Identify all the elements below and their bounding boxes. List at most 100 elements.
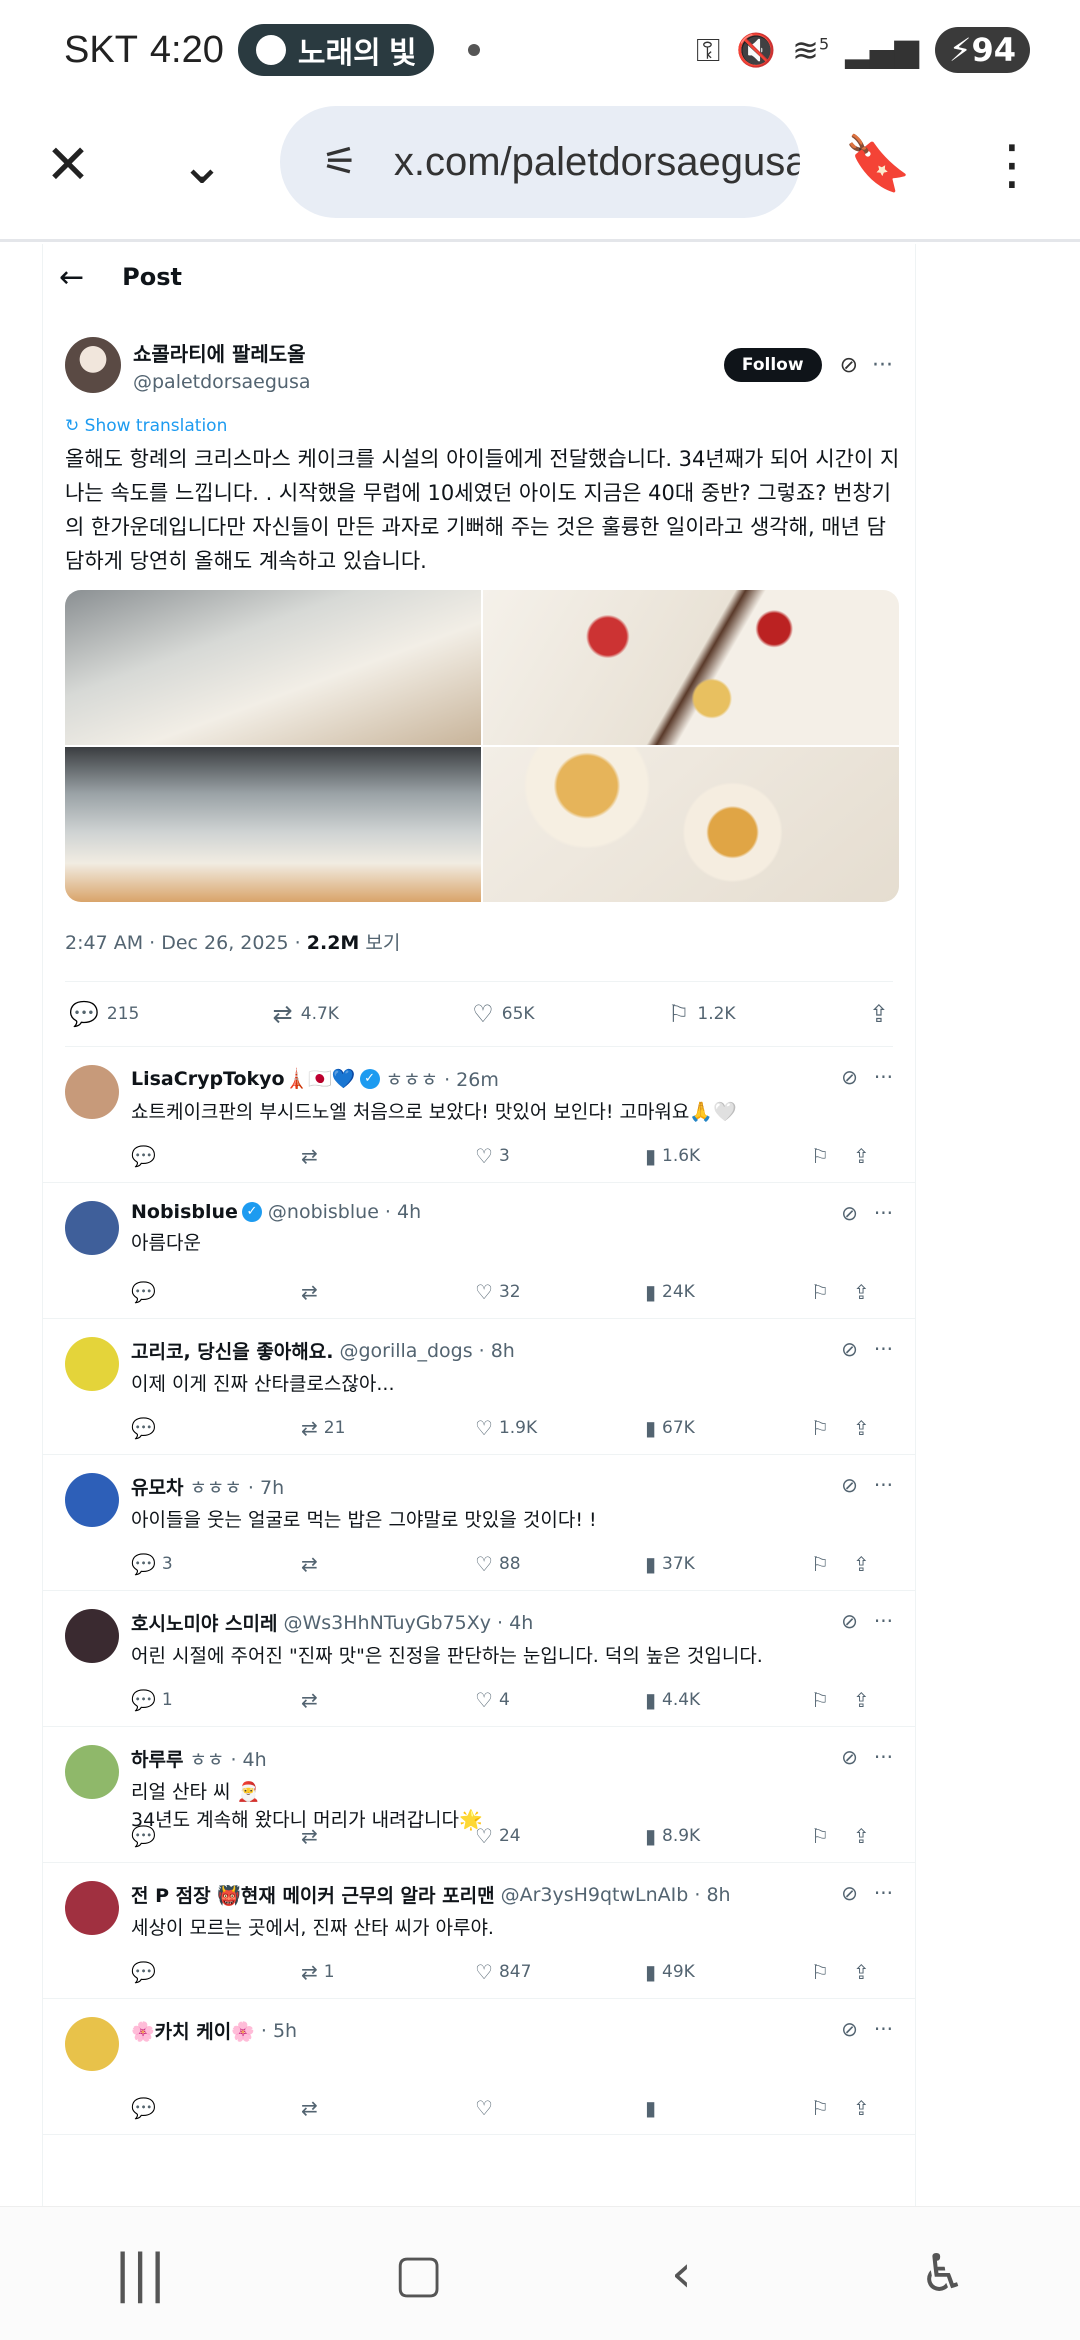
author-name[interactable]: 쇼콜라티에 팔레도올: [133, 338, 311, 367]
reply-item[interactable]: 호시노미야 스미레 @Ws3HhNTuyGb75Xy · 4h 어린 시절에 주…: [43, 1591, 915, 1727]
site-settings-icon[interactable]: ⚟: [322, 139, 358, 185]
like-button[interactable]: ♡ 65K: [472, 1000, 534, 1028]
bookmark-button[interactable]: ⚐: [811, 1280, 853, 1304]
bookmark-button[interactable]: ⚐: [811, 1552, 853, 1576]
reply-handle[interactable]: ㅎㅎㅎ · 26m: [386, 1065, 499, 1092]
share-button[interactable]: ⇪: [853, 1144, 870, 1168]
repost-button[interactable]: ⇄ 4.7K: [273, 1000, 339, 1028]
accessibility-icon[interactable]: ♿: [920, 2244, 967, 2304]
like-button[interactable]: ♡ 847: [475, 1960, 645, 1984]
repost-button[interactable]: ⇄ 21: [301, 1416, 475, 1440]
grok-icon[interactable]: ⊘: [841, 1065, 858, 1089]
reply-button[interactable]: 💬: [131, 1416, 301, 1440]
reply-item[interactable]: 하루루 ㅎㅎ · 4h 리얼 산타 씨 🎅 34년도 계속해 왔다니 머리가 내…: [43, 1727, 915, 1863]
share-button[interactable]: ⇪: [853, 1280, 870, 1304]
close-tab-button[interactable]: ✕: [18, 114, 118, 214]
reply-button[interactable]: 💬: [131, 2096, 301, 2120]
recents-icon[interactable]: |||: [114, 2244, 167, 2304]
more-icon[interactable]: ···: [872, 353, 893, 378]
reply-button[interactable]: 💬 3: [131, 1552, 301, 1576]
photo-2[interactable]: [483, 590, 899, 745]
avatar[interactable]: [65, 1337, 119, 1391]
back-icon[interactable]: ‹: [671, 2244, 692, 2304]
bookmark-button[interactable]: ⚐: [811, 1144, 853, 1168]
share-button[interactable]: ⇪: [853, 1552, 870, 1576]
more-icon[interactable]: ···: [874, 1337, 893, 1361]
author-handle[interactable]: @paletdorsaegusa: [133, 371, 311, 393]
repost-button[interactable]: ⇄: [301, 1280, 475, 1304]
url-bar[interactable]: ⚟ x.com/paletdorsaegusa: [280, 106, 800, 218]
avatar[interactable]: [65, 1881, 119, 1935]
like-button[interactable]: ♡ 1.9K: [475, 1416, 645, 1440]
grok-icon[interactable]: ⊘: [841, 1473, 858, 1497]
views-button[interactable]: ▮ 24K: [645, 1280, 811, 1304]
reply-handle[interactable]: · 5h: [261, 2020, 297, 2042]
bookmark-button[interactable]: ⚐: [811, 1416, 853, 1440]
reply-button[interactable]: 💬 215: [69, 1000, 139, 1028]
bookmark-button[interactable]: ⚐: [811, 1688, 853, 1712]
reply-handle[interactable]: @Ws3HhNTuyGb75Xy · 4h: [283, 1612, 533, 1634]
views-button[interactable]: ▮: [645, 2096, 811, 2120]
avatar[interactable]: [65, 337, 121, 393]
reply-button[interactable]: 💬 1: [131, 1688, 301, 1712]
repost-button[interactable]: ⇄: [301, 2096, 475, 2120]
repost-button[interactable]: ⇄: [301, 1552, 475, 1576]
menu-button[interactable]: ⋮: [962, 114, 1062, 214]
share-button[interactable]: ⇪: [853, 1688, 870, 1712]
more-icon[interactable]: ···: [874, 1473, 893, 1497]
grok-icon[interactable]: ⊘: [840, 353, 858, 378]
more-icon[interactable]: ···: [874, 1065, 893, 1089]
repost-button[interactable]: ⇄: [301, 1144, 475, 1168]
reply-item[interactable]: 전 P 점장 👹현재 메이커 근무의 알라 포리맨 @Ar3ysH9qtwLnA…: [43, 1863, 915, 1999]
bookmark-button[interactable]: 🔖: [828, 114, 928, 214]
views-button[interactable]: ▮ 49K: [645, 1960, 811, 1984]
grok-icon[interactable]: ⊘: [841, 1337, 858, 1361]
views-button[interactable]: ▮ 4.4K: [645, 1688, 811, 1712]
views-button[interactable]: ▮ 37K: [645, 1552, 811, 1576]
like-button[interactable]: ♡ 3: [475, 1144, 645, 1168]
views-button[interactable]: ▮ 67K: [645, 1416, 811, 1440]
more-icon[interactable]: ···: [874, 1881, 893, 1905]
like-button[interactable]: ♡: [475, 2096, 645, 2120]
back-arrow-icon[interactable]: ←: [59, 260, 84, 295]
reply-author-name[interactable]: 유모차: [131, 1473, 183, 1500]
more-icon[interactable]: ···: [874, 2017, 893, 2041]
photo-3[interactable]: [65, 747, 481, 902]
share-button[interactable]: ⇪: [853, 1416, 870, 1440]
avatar[interactable]: [65, 1065, 119, 1119]
avatar[interactable]: [65, 1473, 119, 1527]
reply-handle[interactable]: ㅎㅎ · 4h: [189, 1745, 266, 1772]
bookmark-button[interactable]: ⚐: [811, 1960, 853, 1984]
more-icon[interactable]: ···: [874, 1609, 893, 1633]
home-icon[interactable]: ▢: [394, 2244, 443, 2304]
photo-1[interactable]: [65, 590, 481, 745]
reply-button[interactable]: 💬: [131, 1824, 301, 1848]
avatar[interactable]: [65, 1609, 119, 1663]
photo-4[interactable]: [483, 747, 899, 902]
follow-button[interactable]: Follow: [723, 348, 822, 382]
like-button[interactable]: ♡ 88: [475, 1552, 645, 1576]
avatar[interactable]: [65, 1201, 119, 1255]
reply-item[interactable]: 고리코, 당신을 좋아해요. @gorilla_dogs · 8h 이제 이게 …: [43, 1319, 915, 1455]
bookmark-post-button[interactable]: ⚐ 1.2K: [668, 1000, 736, 1028]
reply-button[interactable]: 💬: [131, 1960, 301, 1984]
share-button[interactable]: ⇪: [853, 1824, 870, 1848]
views-button[interactable]: ▮ 1.6K: [645, 1144, 811, 1168]
like-button[interactable]: ♡ 4: [475, 1688, 645, 1712]
bookmark-button[interactable]: ⚐: [811, 1824, 853, 1848]
like-button[interactable]: ♡ 24: [475, 1824, 645, 1848]
avatar[interactable]: [65, 2017, 119, 2071]
repost-button[interactable]: ⇄ 1: [301, 1960, 475, 1984]
show-translation-link[interactable]: ↻ Show translation: [65, 416, 893, 436]
repost-button[interactable]: ⇄: [301, 1688, 475, 1712]
grok-icon[interactable]: ⊘: [841, 1745, 858, 1769]
minimize-button[interactable]: ⌄: [152, 114, 252, 214]
like-button[interactable]: ♡ 32: [475, 1280, 645, 1304]
share-button[interactable]: ⇪: [869, 1000, 889, 1028]
avatar[interactable]: [65, 1745, 119, 1799]
grok-icon[interactable]: ⊘: [841, 1201, 858, 1225]
reply-item[interactable]: 유모차 ㅎㅎㅎ · 7h 아이들을 웃는 얼굴로 먹는 밥은 그야말로 맛있을 …: [43, 1455, 915, 1591]
share-button[interactable]: ⇪: [853, 2096, 870, 2120]
reply-author-name[interactable]: 🌸카치 케이🌸: [131, 2017, 255, 2044]
reply-item[interactable]: 🌸카치 케이🌸 · 5h ⊘ ··· 💬 ⇄ ♡ ▮ ⚐ ⇪: [43, 1999, 915, 2135]
